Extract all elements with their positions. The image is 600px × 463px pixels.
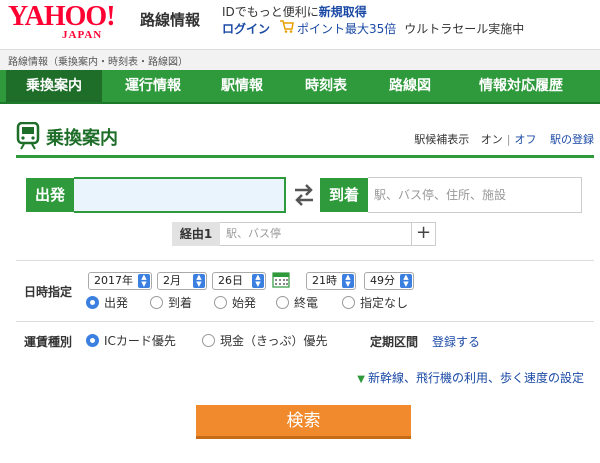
fare-label: 運賃種別 xyxy=(24,335,73,349)
breadcrumb: 路線情報（乗換案内・時刻表・路線図） xyxy=(8,57,188,68)
yahoo-japan-logo[interactable]: YAHOO! JAPAN xyxy=(8,2,136,44)
advanced-settings-text: 新幹線、飛行機の利用、歩く速度の設定 xyxy=(367,371,584,385)
suggest-label: 駅候補表示 xyxy=(414,133,470,146)
radio-label: 出発 xyxy=(104,296,129,310)
logo-main-text: YAHOO! xyxy=(8,1,116,32)
nav-item-timetable[interactable]: 時刻表 xyxy=(286,70,366,102)
nav-item-route-map[interactable]: 路線図 xyxy=(370,70,450,102)
sale-text: ウルトラセール実施中 xyxy=(404,22,525,36)
add-via-button[interactable]: + xyxy=(412,222,436,246)
page-title: 乗換案内 xyxy=(46,128,118,149)
swap-icon[interactable] xyxy=(292,182,316,208)
select-arrow-icon: ▲ ▼ xyxy=(193,274,205,288)
triangle-down-icon: ▼ xyxy=(357,374,365,385)
radio-label: 始発 xyxy=(232,296,257,310)
section-divider xyxy=(16,155,594,158)
via-label: 経由1 xyxy=(172,222,220,246)
year-value: 2017年 xyxy=(94,274,133,287)
radio-departure[interactable]: 出発 xyxy=(86,295,128,311)
header: YAHOO! JAPAN 路線情報 IDでもっと便利に新規取得 ログイン ポイン… xyxy=(0,0,600,50)
radio-arrival[interactable]: 到着 xyxy=(150,295,192,311)
select-arrow-icon: ▲ ▼ xyxy=(342,274,354,288)
advanced-settings-link[interactable]: ▼ 新幹線、飛行機の利用、歩く速度の設定 xyxy=(357,369,584,386)
radio-label: 指定なし xyxy=(360,296,409,310)
radio-label: 到着 xyxy=(168,296,193,310)
id-promo: IDでもっと便利に新規取得 xyxy=(222,3,367,20)
hour-select[interactable]: 21時 ▲ ▼ xyxy=(306,272,356,290)
breadcrumb-bar: 路線情報（乗換案内・時刻表・路線図） xyxy=(0,49,600,70)
day-select[interactable]: 26日 ▲ ▼ xyxy=(212,272,266,290)
month-select[interactable]: 2月 ▲ ▼ xyxy=(157,272,207,290)
radio-first-train[interactable]: 始発 xyxy=(214,295,256,311)
id-promo-text: IDでもっと便利に xyxy=(222,5,319,19)
radio-cash[interactable]: 現金（きっぷ）優先 xyxy=(202,333,328,349)
section-header: 乗換案内 駅候補表示 オン | オフ 駅の登録 xyxy=(16,122,596,154)
search-button[interactable]: 検索 xyxy=(196,405,411,439)
nav-item-transfer[interactable]: 乗換案内 xyxy=(6,70,102,102)
via-input[interactable]: 駅、バス停 xyxy=(220,222,412,246)
from-label: 出発 xyxy=(26,178,74,212)
logo-sub-text: JAPAN xyxy=(62,29,103,41)
radio-dot xyxy=(276,296,289,309)
calendar-icon[interactable] xyxy=(272,270,290,288)
radio-dot xyxy=(202,334,215,347)
select-arrow-icon: ▲ ▼ xyxy=(400,274,412,288)
nav-item-history[interactable]: 情報対応履歴 xyxy=(456,70,586,102)
minute-value: 49分 xyxy=(370,274,395,287)
service-name[interactable]: 路線情報 xyxy=(140,9,200,30)
nav-item-station-info[interactable]: 駅情報 xyxy=(202,70,282,102)
radio-unspecified[interactable]: 指定なし xyxy=(342,295,408,311)
train-icon xyxy=(16,122,40,150)
to-label: 到着 xyxy=(320,178,368,212)
radio-last-train[interactable]: 終電 xyxy=(276,295,318,311)
radio-dot xyxy=(86,296,99,309)
radio-ic-card[interactable]: ICカード優先 xyxy=(86,333,176,349)
commuter-register-link[interactable]: 登録する xyxy=(432,333,480,350)
radio-label: ICカード優先 xyxy=(104,334,176,348)
day-value: 26日 xyxy=(218,274,243,287)
datetime-label: 日時指定 xyxy=(24,285,73,299)
radio-dot xyxy=(214,296,227,309)
hour-value: 21時 xyxy=(312,274,337,287)
minute-select[interactable]: 49分 ▲ ▼ xyxy=(364,272,414,290)
nav-item-service-info[interactable]: 運行情報 xyxy=(108,70,198,102)
to-input[interactable]: 駅、バス停、住所、施設 xyxy=(368,177,582,213)
main-nav: 乗換案内 運行情報 駅情報 時刻表 路線図 情報対応履歴 xyxy=(0,70,600,104)
radio-dot xyxy=(342,296,355,309)
radio-dot xyxy=(150,296,163,309)
points-promo[interactable]: ポイント最大35倍 ウルトラセール実施中 xyxy=(297,20,524,37)
station-suggest-toggle: 駅候補表示 オン | オフ 駅の登録 xyxy=(414,133,594,146)
year-select[interactable]: 2017年 ▲ ▼ xyxy=(88,272,152,290)
commuter-label: 定期区間 xyxy=(370,335,419,349)
register-link[interactable]: 新規取得 xyxy=(319,5,367,19)
from-input[interactable] xyxy=(74,177,286,213)
select-arrow-icon: ▲ ▼ xyxy=(138,274,150,288)
radio-label: 現金（きっぷ）優先 xyxy=(220,334,328,348)
radio-label: 終電 xyxy=(294,296,319,310)
login-link[interactable]: ログイン xyxy=(222,20,270,37)
points-text: ポイント最大35倍 xyxy=(297,22,397,36)
radio-dot xyxy=(86,334,99,347)
cart-icon xyxy=(280,20,294,33)
select-arrow-icon: ▲ ▼ xyxy=(252,274,264,288)
divider xyxy=(16,260,594,261)
month-value: 2月 xyxy=(163,274,181,287)
station-register-link[interactable]: 駅の登録 xyxy=(550,133,594,146)
divider xyxy=(16,321,594,322)
suggest-on[interactable]: オン xyxy=(481,133,503,146)
suggest-off-link[interactable]: オフ xyxy=(515,133,537,146)
